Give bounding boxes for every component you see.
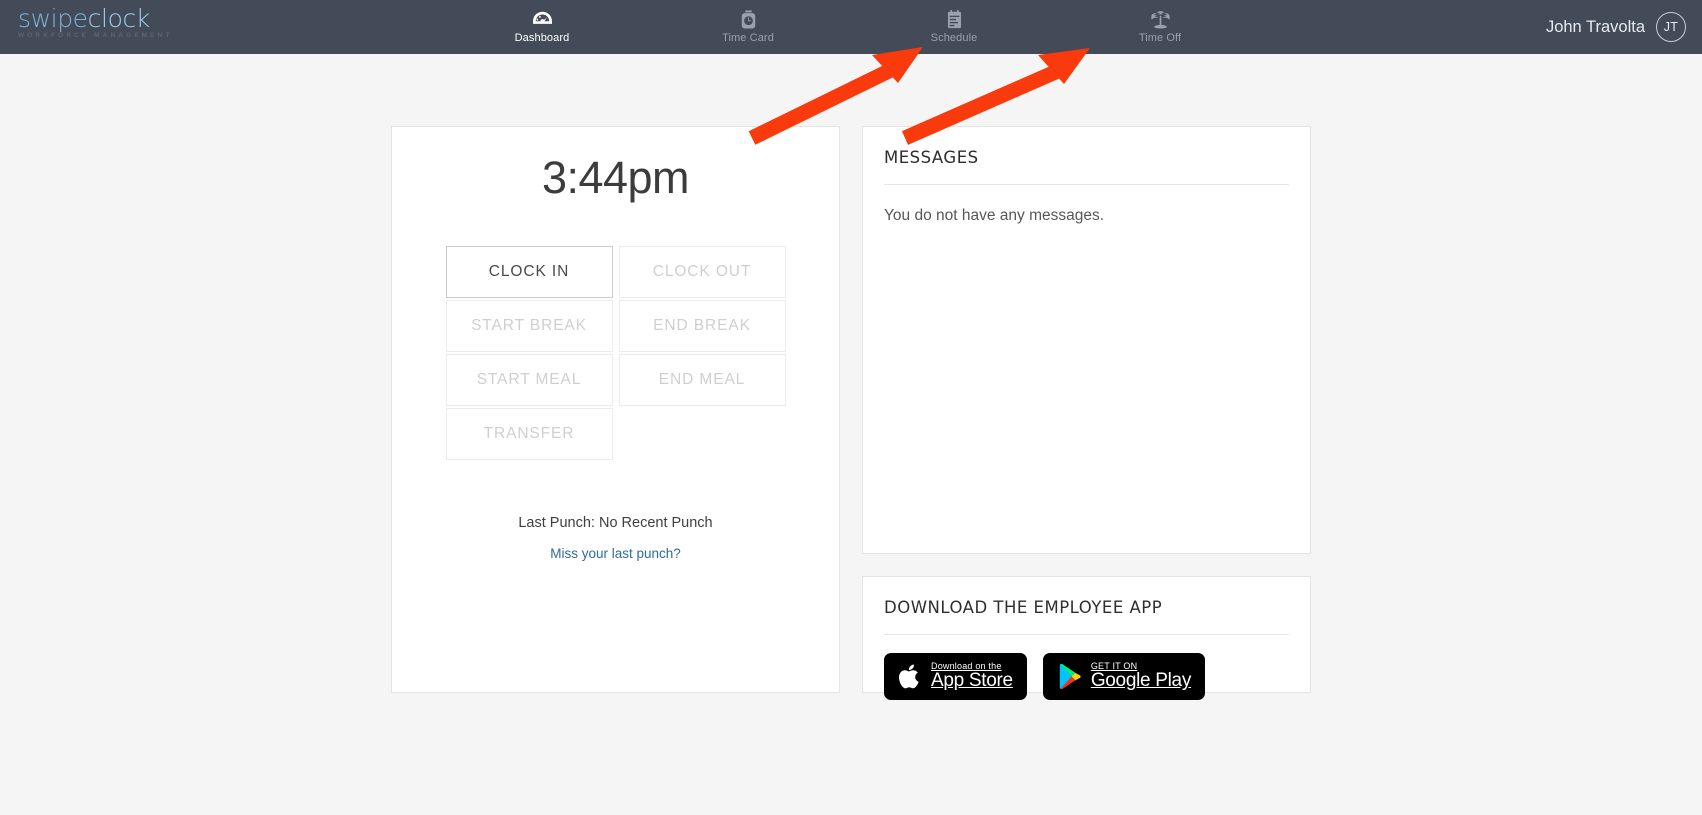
app-store-badge-text: Download on the App Store <box>931 661 1013 692</box>
download-app-card: DOWNLOAD THE EMPLOYEE APP Download on th… <box>862 576 1311 700</box>
nav-item-dashboard[interactable]: Dashboard <box>494 0 590 54</box>
nav-label-dashboard: Dashboard <box>514 32 570 44</box>
download-divider <box>884 634 1289 635</box>
google-play-badge[interactable]: GET IT ON Google Play <box>1042 653 1206 700</box>
user-name: John Travolta <box>1545 17 1645 36</box>
end-meal-button[interactable]: END MEAL <box>618 354 786 406</box>
apple-icon <box>898 662 923 691</box>
avatar[interactable]: JT <box>1656 12 1686 42</box>
end-break-button[interactable]: END BREAK <box>618 300 786 352</box>
time-clock-card: 3:44pm CLOCK IN CLOCK OUT START BREAK EN… <box>391 126 840 693</box>
download-title: DOWNLOAD THE EMPLOYEE APP <box>884 598 1163 617</box>
app-badges: Download on the App Store GET IT ON Goog… <box>884 653 1310 700</box>
main-nav: Dashboard Time Card Schedule Time Off <box>0 0 1702 54</box>
nav-label-time-off: Time Off <box>1138 32 1182 44</box>
nav-item-time-off[interactable]: Time Off <box>1112 0 1208 54</box>
messages-title: MESSAGES <box>884 148 979 167</box>
clock-in-button[interactable]: CLOCK IN <box>445 246 613 298</box>
clock-out-button[interactable]: CLOCK OUT <box>618 246 786 298</box>
main-content: 3:44pm CLOCK IN CLOCK OUT START BREAK EN… <box>0 54 1702 815</box>
stopwatch-icon <box>740 10 757 29</box>
calendar-clipboard-icon <box>946 10 963 29</box>
app-store-badge[interactable]: Download on the App Store <box>884 653 1027 700</box>
miss-last-punch-link[interactable]: Miss your last punch? <box>392 546 839 561</box>
punch-button-grid: CLOCK IN CLOCK OUT START BREAK END BREAK… <box>445 246 786 462</box>
last-punch-status: Last Punch: No Recent Punch <box>518 515 713 531</box>
messages-empty-text: You do not have any messages. <box>884 207 1105 224</box>
messages-divider <box>884 184 1289 185</box>
gauge-icon <box>532 10 553 29</box>
top-navigation-bar: swipeclock WORKFORCE MANAGEMENT Dashboar… <box>0 0 1702 54</box>
nav-item-time-card[interactable]: Time Card <box>700 0 796 54</box>
google-play-badge-text: GET IT ON Google Play <box>1090 661 1192 692</box>
transfer-button[interactable]: TRANSFER <box>445 408 613 460</box>
start-meal-button[interactable]: START MEAL <box>445 354 613 406</box>
nav-label-time-card: Time Card <box>722 32 774 44</box>
nav-item-schedule[interactable]: Schedule <box>906 0 1002 54</box>
user-menu[interactable]: John Travolta JT <box>1546 0 1686 54</box>
grid-spacer <box>619 408 786 460</box>
google-play-icon <box>1057 662 1083 691</box>
nav-label-schedule: Schedule <box>930 32 978 44</box>
start-break-button[interactable]: START BREAK <box>445 300 613 352</box>
messages-card: MESSAGES You do not have any messages. <box>862 126 1311 554</box>
google-play-badge-big: Google Play <box>1090 670 1192 692</box>
app-store-badge-big: App Store <box>931 670 1013 692</box>
palm-tree-icon <box>1150 10 1171 29</box>
current-time: 3:44pm <box>541 152 690 203</box>
